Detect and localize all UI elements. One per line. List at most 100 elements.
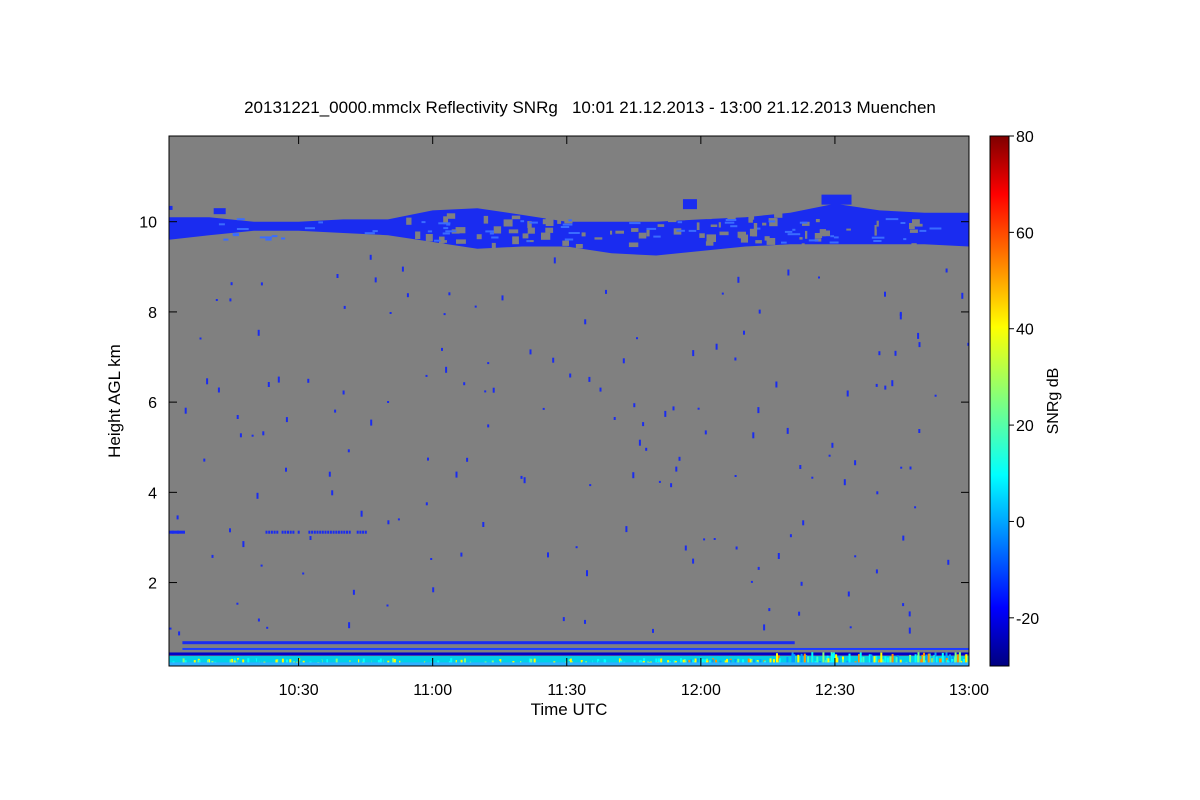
cloud-streak xyxy=(223,238,229,241)
noise-speckle xyxy=(800,581,803,586)
cloud-streak xyxy=(281,237,286,240)
cloud-gap xyxy=(545,227,554,233)
noise-speckle xyxy=(789,534,792,538)
cloud-gap xyxy=(909,229,918,233)
noise-speckle xyxy=(242,541,245,548)
cloud-streak xyxy=(485,230,494,233)
cloud-gap xyxy=(672,216,676,219)
noise-band xyxy=(359,530,362,534)
y-tick-label: 8 xyxy=(148,305,157,322)
noise-speckle xyxy=(757,566,760,570)
cloud-gap xyxy=(522,233,529,239)
noise-speckle xyxy=(678,456,681,461)
noise-band xyxy=(335,530,338,534)
noise-speckle xyxy=(768,608,771,612)
cloud-gap xyxy=(456,239,466,244)
cloud-gap xyxy=(557,217,562,224)
ground-clutter-pixel xyxy=(880,652,883,665)
cloud-streak xyxy=(900,222,906,224)
cloud-streak xyxy=(646,227,657,230)
noise-speckle xyxy=(347,449,350,453)
noise-band xyxy=(273,530,276,534)
noise-speckle xyxy=(285,467,287,472)
noise-band xyxy=(319,530,322,534)
noise-speckle xyxy=(900,466,903,469)
cloud-gap xyxy=(677,217,685,221)
noise-band xyxy=(364,530,367,534)
y-tick-label: 2 xyxy=(148,576,157,593)
noise-speckle xyxy=(369,254,372,260)
cloud-gap xyxy=(752,230,757,237)
noise-band xyxy=(287,530,289,534)
ground-band xyxy=(182,647,969,650)
noise-speckle xyxy=(520,475,523,479)
cloud-streak xyxy=(318,221,323,224)
cloud-gap xyxy=(631,228,639,232)
cloud-streak xyxy=(903,238,907,241)
cloud-gap xyxy=(814,233,823,238)
noise-speckle xyxy=(947,559,950,565)
noise-speckle xyxy=(909,466,912,470)
noise-band xyxy=(321,530,324,534)
cloud-streak xyxy=(568,219,572,222)
cloud-gap xyxy=(706,234,716,242)
noise-speckle xyxy=(763,624,766,631)
noise-speckle xyxy=(448,292,451,296)
cloud-streak xyxy=(784,230,793,233)
cloud-gap xyxy=(491,242,496,250)
noise-speckle xyxy=(487,362,490,365)
noise-speckle xyxy=(262,431,265,436)
cloud-gap xyxy=(815,219,820,223)
noise-speckle xyxy=(387,401,390,403)
noise-speckle xyxy=(645,447,648,451)
cloud-streak xyxy=(427,230,433,233)
cloud-gap xyxy=(876,220,879,227)
noise-speckle xyxy=(786,427,789,434)
cloud-patch xyxy=(213,208,226,215)
x-tick-label: 13:00 xyxy=(949,682,989,699)
cloud-streak xyxy=(520,220,525,223)
cloud-streak xyxy=(885,218,899,221)
noise-speckle xyxy=(387,520,390,525)
cloud-gap xyxy=(610,230,613,235)
noise-speckle xyxy=(703,538,706,541)
ground-band xyxy=(182,641,795,645)
noise-band xyxy=(327,530,330,534)
cloud-streak xyxy=(568,232,580,234)
cloud-streak xyxy=(676,229,685,232)
noise-speckle xyxy=(672,406,675,411)
noise-speckle xyxy=(501,295,504,301)
noise-speckle xyxy=(721,292,724,295)
cloud-gap xyxy=(493,226,502,234)
noise-speckle xyxy=(176,515,179,520)
noise-speckle xyxy=(215,299,218,301)
cloud-streak xyxy=(259,236,272,239)
noise-speckle xyxy=(664,410,667,417)
cloud-gap xyxy=(511,215,521,220)
colorbar-tick-label: 20 xyxy=(1016,418,1034,435)
colorbar-tick-label: -20 xyxy=(1016,611,1039,628)
noise-speckle xyxy=(799,465,802,469)
noise-speckle xyxy=(584,319,587,325)
cloud-streak xyxy=(218,223,225,226)
noise-speckle xyxy=(847,591,850,597)
cloud-streak xyxy=(799,221,808,224)
x-axis-label: Time UTC xyxy=(531,700,608,719)
noise-speckle xyxy=(397,518,400,521)
cloud-gap xyxy=(527,227,535,234)
noise-speckle xyxy=(884,291,886,297)
noise-speckle xyxy=(342,390,345,395)
cloud-streak xyxy=(833,236,839,239)
noise-speckle xyxy=(638,439,641,446)
cloud-streak xyxy=(442,232,450,235)
cloud-streak xyxy=(629,222,641,225)
noise-band xyxy=(297,530,300,534)
noise-speckle xyxy=(750,580,753,583)
cloud-streak xyxy=(677,221,683,224)
noise-speckle xyxy=(562,617,565,622)
noise-band xyxy=(316,530,319,534)
cloud-gap xyxy=(455,227,466,234)
cloud-streak xyxy=(271,235,278,238)
cloud-gap xyxy=(581,232,586,237)
cloud-gap xyxy=(766,238,776,245)
